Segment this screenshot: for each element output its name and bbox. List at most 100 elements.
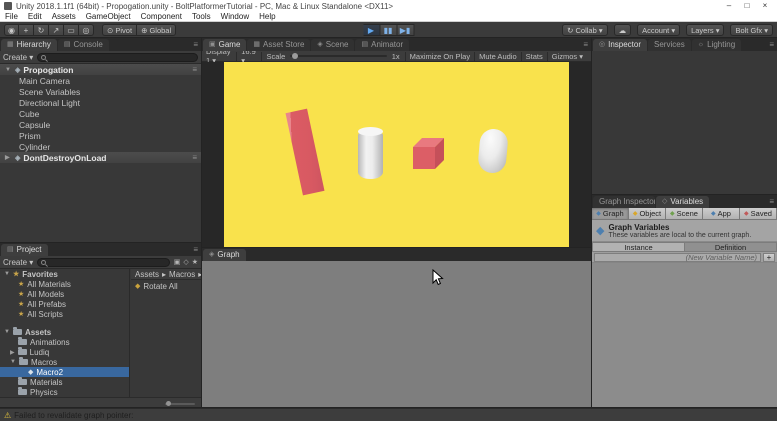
definition-tab[interactable]: Definition	[685, 242, 777, 252]
instance-tab[interactable]: Instance	[592, 242, 685, 252]
panel-menu-icon[interactable]: ≡	[583, 40, 588, 49]
mute-audio-toggle[interactable]: Mute Audio	[474, 52, 521, 61]
foldout-closed-icon[interactable]: ▶	[5, 154, 12, 161]
kind-tab-object[interactable]: ◆Object	[629, 208, 666, 219]
project-folder-physics[interactable]: Physics	[0, 387, 129, 397]
play-button[interactable]: ▶	[363, 24, 380, 36]
status-bar[interactable]: ⚠ Failed to revalidate graph pointer:	[0, 408, 777, 421]
hierarchy-item-cylinder[interactable]: Cylinder	[0, 141, 201, 152]
hierarchy-item-prism[interactable]: Prism	[0, 130, 201, 141]
kind-tab-scene[interactable]: ◆Scene	[666, 208, 703, 219]
menu-file[interactable]: File	[5, 12, 18, 21]
panel-menu-icon[interactable]: ≡	[193, 245, 198, 254]
project-create-button[interactable]: Create ▾	[3, 258, 33, 267]
project-fav-all-materials[interactable]: ★All Materials	[0, 279, 129, 289]
tab-inspector[interactable]: ◎Inspector	[593, 39, 647, 51]
kind-tab-saved[interactable]: ◆Saved	[740, 208, 777, 219]
menu-assets[interactable]: Assets	[52, 12, 76, 21]
hierarchy-create-button[interactable]: Create ▾	[3, 53, 33, 62]
move-tool-button[interactable]: +	[19, 24, 34, 36]
breadcrumb-assets[interactable]: Assets	[135, 270, 159, 279]
menu-tools[interactable]: Tools	[192, 12, 211, 21]
project-assets-row[interactable]: ▼ Assets	[0, 327, 129, 337]
project-folder-animations[interactable]: Animations	[0, 337, 129, 347]
rect-tool-button[interactable]: ▭	[64, 24, 79, 36]
foldout-open-icon[interactable]: ▼	[4, 329, 10, 335]
stats-toggle[interactable]: Stats	[521, 52, 547, 61]
tab-scene[interactable]: ◈Scene	[311, 39, 354, 51]
project-zoom-slider[interactable]	[165, 403, 195, 405]
kind-tab-graph[interactable]: ◆Graph	[592, 208, 629, 219]
project-fav-all-scripts[interactable]: ★All Scripts	[0, 309, 129, 319]
tab-hierarchy[interactable]: ▦Hierarchy	[1, 39, 57, 51]
project-folder-materials[interactable]: Materials	[0, 377, 129, 387]
search-by-type-button[interactable]: ▣	[174, 258, 181, 266]
transform-tool-button[interactable]: ◎	[79, 24, 94, 36]
menu-gameobject[interactable]: GameObject	[86, 12, 131, 21]
add-variable-button[interactable]: +	[763, 253, 775, 262]
layout-dropdown[interactable]: Bolt Gfx ▾	[730, 24, 773, 36]
tab-graph[interactable]: ◈Graph	[203, 249, 246, 261]
layers-dropdown[interactable]: Layers ▾	[686, 24, 724, 36]
hierarchy-dontdestroy-row[interactable]: ▶ ◈ DontDestroyOnLoad ≡	[0, 152, 201, 163]
hierarchy-item-capsule[interactable]: Capsule	[0, 119, 201, 130]
tab-project[interactable]: ▤Project	[1, 244, 48, 256]
foldout-open-icon[interactable]: ▼	[10, 359, 16, 365]
menu-help[interactable]: Help	[259, 12, 275, 21]
tab-variables[interactable]: ◇Variables	[656, 196, 709, 208]
slider-knob[interactable]	[292, 53, 298, 59]
pause-button[interactable]: ▮▮	[380, 24, 397, 36]
tab-game[interactable]: ▣Game	[203, 39, 246, 51]
kind-tab-app[interactable]: ◆App	[703, 208, 740, 219]
hierarchy-item-main-camera[interactable]: Main Camera	[0, 75, 201, 86]
hierarchy-search-input[interactable]	[37, 53, 198, 62]
project-favorites-row[interactable]: ▼ ★ Favorites	[0, 269, 129, 279]
foldout-open-icon[interactable]: ▼	[5, 67, 12, 73]
panel-menu-icon[interactable]: ≡	[193, 40, 198, 49]
project-fav-all-prefabs[interactable]: ★All Prefabs	[0, 299, 129, 309]
close-button[interactable]: ×	[757, 1, 773, 11]
pivot-toggle-button[interactable]: ⊙ Pivot	[102, 24, 137, 36]
project-folder-macros[interactable]: ▼Macros	[0, 357, 129, 367]
project-item-macro2[interactable]: ◆Macro2	[0, 367, 129, 377]
hierarchy-item-scene-variables[interactable]: Scene Variables	[0, 86, 201, 97]
account-dropdown[interactable]: Account ▾	[637, 24, 680, 36]
tab-lighting[interactable]: ☼Lighting	[692, 39, 741, 51]
tab-services[interactable]: Services	[648, 39, 691, 51]
panel-menu-icon[interactable]: ≡	[769, 40, 774, 49]
menu-window[interactable]: Window	[221, 12, 249, 21]
global-toggle-button[interactable]: ⊕ Global	[137, 24, 176, 36]
slider-knob[interactable]	[166, 401, 171, 406]
tab-console[interactable]: ▤Console	[58, 39, 109, 51]
project-search-input[interactable]	[37, 258, 169, 267]
scene-menu-icon[interactable]: ≡	[192, 153, 197, 162]
tab-graph-inspector[interactable]: Graph Inspector	[593, 196, 655, 208]
panel-menu-icon[interactable]: ≡	[769, 197, 774, 206]
tab-asset-store[interactable]: ▦Asset Store	[247, 39, 310, 51]
foldout-closed-icon[interactable]: ▶	[10, 349, 15, 356]
gizmos-dropdown[interactable]: Gizmos ▾	[547, 52, 587, 61]
menu-edit[interactable]: Edit	[28, 12, 42, 21]
menu-component[interactable]: Component	[141, 12, 182, 21]
tab-animator[interactable]: ▤Animator	[355, 39, 409, 51]
cloud-button[interactable]: ☁	[614, 24, 632, 36]
maximize-button[interactable]: □	[739, 1, 755, 11]
collab-button[interactable]: ↻ Collab ▾	[562, 24, 608, 36]
maximize-on-play-toggle[interactable]: Maximize On Play	[405, 52, 474, 61]
scale-slider[interactable]	[290, 55, 386, 57]
breadcrumb-macros[interactable]: Macros	[169, 270, 195, 279]
foldout-open-icon[interactable]: ▼	[4, 271, 10, 277]
new-variable-input[interactable]: (New Variable Name)	[594, 253, 761, 262]
project-content-rotate-all[interactable]: ◆ Rotate All	[131, 280, 201, 292]
rotate-tool-button[interactable]: ↻	[34, 24, 49, 36]
hierarchy-item-cube[interactable]: Cube	[0, 108, 201, 119]
hand-tool-button[interactable]: ◉	[4, 24, 19, 36]
minimize-button[interactable]: –	[721, 1, 737, 11]
step-button[interactable]: ▶▮	[397, 24, 414, 36]
scene-menu-icon[interactable]: ≡	[192, 65, 197, 74]
graph-canvas[interactable]	[202, 261, 591, 407]
scale-tool-button[interactable]: ↗	[49, 24, 64, 36]
favorite-search-button[interactable]: ★	[192, 258, 198, 266]
search-by-label-button[interactable]: ◇	[183, 258, 188, 266]
hierarchy-item-directional-light[interactable]: Directional Light	[0, 97, 201, 108]
